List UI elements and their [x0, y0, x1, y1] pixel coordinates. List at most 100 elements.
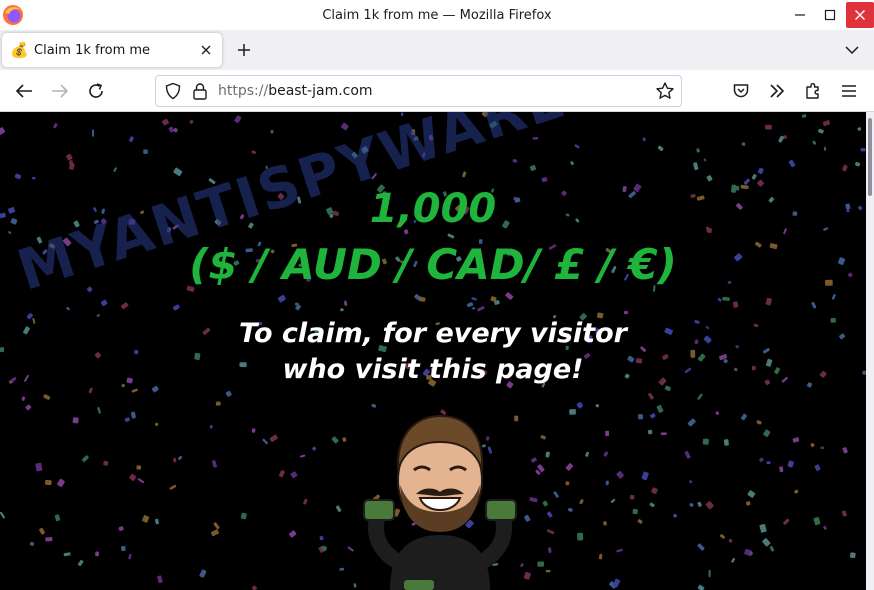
confetti-piece — [505, 292, 514, 300]
confetti-piece — [792, 437, 800, 443]
claim-line-2: who visit this page! — [282, 354, 584, 385]
lock-icon[interactable] — [192, 82, 208, 100]
confetti-piece — [173, 127, 178, 133]
confetti-piece — [741, 142, 746, 146]
pocket-button[interactable] — [728, 78, 754, 104]
confetti-piece — [545, 569, 551, 573]
confetti-piece — [270, 130, 274, 134]
confetti-piece — [251, 585, 257, 590]
confetti-piece — [447, 233, 455, 239]
confetti-piece — [576, 401, 584, 409]
confetti-piece — [632, 508, 638, 515]
app-menu-button[interactable] — [836, 78, 862, 104]
confetti-piece — [705, 501, 714, 510]
firefox-window: Claim 1k from me — Mozilla Firefox 💰 Cla… — [0, 0, 874, 590]
bookmark-star-icon[interactable] — [655, 81, 675, 101]
url-bar[interactable]: https://beast-jam.com — [155, 75, 682, 107]
confetti-piece — [340, 122, 349, 131]
confetti-piece — [92, 129, 95, 137]
confetti-piece — [44, 479, 52, 486]
close-icon — [201, 45, 211, 55]
confetti-piece — [537, 561, 545, 567]
confetti-piece — [548, 547, 552, 554]
page-scrollbar[interactable] — [866, 112, 874, 590]
maximize-button[interactable] — [816, 0, 844, 30]
confetti-piece — [854, 161, 861, 167]
url-text[interactable]: https://beast-jam.com — [218, 83, 655, 99]
confetti-piece — [849, 552, 856, 559]
tab-claim-1k[interactable]: 💰 Claim 1k from me — [2, 33, 222, 67]
confetti-piece — [43, 394, 51, 400]
confetti-piece — [56, 478, 65, 488]
confetti-piece — [53, 123, 58, 129]
tracking-protection-shield-icon[interactable] — [164, 82, 182, 100]
cartoon-mascot-image — [363, 414, 517, 590]
confetti-piece — [131, 388, 138, 393]
confetti-piece — [462, 171, 467, 178]
confetti-piece — [234, 115, 242, 124]
confetti-piece — [294, 302, 299, 306]
confetti-piece — [610, 498, 616, 503]
confetti-piece — [565, 463, 574, 471]
confetti-piece — [788, 159, 796, 168]
tab-close-button[interactable] — [196, 40, 216, 60]
confetti-piece — [81, 455, 89, 462]
back-button[interactable] — [11, 78, 37, 104]
confetti-piece — [353, 583, 357, 588]
confetti-piece — [616, 548, 623, 553]
confetti-piece — [54, 514, 61, 522]
plus-icon — [238, 44, 250, 56]
confetti-piece — [765, 297, 772, 306]
confetti-piece — [689, 480, 693, 484]
scrollbar-thumb[interactable] — [868, 118, 872, 196]
confetti-piece — [569, 409, 576, 415]
forward-button[interactable] — [47, 78, 73, 104]
confetti-piece — [598, 553, 603, 560]
confetti-piece — [25, 404, 32, 411]
minimize-button[interactable] — [786, 0, 814, 30]
confetti-piece — [740, 413, 748, 421]
confetti-piece — [63, 552, 71, 557]
window-controls — [784, 0, 874, 30]
confetti-piece — [623, 310, 628, 315]
confetti-piece — [471, 297, 477, 301]
confetti-piece — [169, 484, 177, 490]
confetti-piece — [120, 302, 129, 310]
confetti-piece — [343, 300, 348, 306]
confetti-piece — [693, 162, 699, 171]
confetti-piece — [684, 450, 691, 459]
confetti-piece — [530, 457, 537, 463]
confetti-piece — [303, 498, 308, 505]
tab-label: Claim 1k from me — [34, 42, 151, 58]
confetti-piece — [783, 518, 790, 525]
list-all-tabs-button[interactable] — [840, 38, 864, 62]
confetti-piece — [696, 148, 700, 153]
confetti-piece — [120, 545, 126, 552]
confetti-piece — [719, 534, 726, 539]
confetti-piece — [708, 569, 711, 578]
confetti-piece — [811, 301, 817, 309]
confetti-piece — [860, 148, 866, 152]
confetti-piece — [743, 178, 750, 185]
confetti-piece — [603, 451, 609, 457]
confetti-piece — [520, 563, 524, 568]
confetti-piece — [251, 428, 256, 433]
confetti-piece — [756, 420, 762, 425]
close-window-button[interactable] — [846, 2, 874, 28]
confetti-piece — [210, 529, 219, 537]
navigation-bar: https://beast-jam.com — [0, 70, 874, 112]
confetti-piece — [118, 526, 124, 532]
confetti-piece — [747, 490, 756, 498]
extensions-button[interactable] — [800, 78, 826, 104]
confetti-piece — [763, 429, 771, 438]
more-tools-button[interactable] — [764, 78, 790, 104]
reload-button[interactable] — [83, 78, 109, 104]
confetti-piece — [142, 515, 150, 523]
confetti-piece — [21, 396, 26, 401]
confetti-piece — [723, 439, 729, 446]
reload-icon — [89, 83, 103, 98]
new-tab-button[interactable] — [232, 38, 256, 62]
confetti-piece — [794, 489, 799, 494]
confetti-piece — [177, 455, 183, 461]
confetti-piece — [45, 536, 53, 542]
